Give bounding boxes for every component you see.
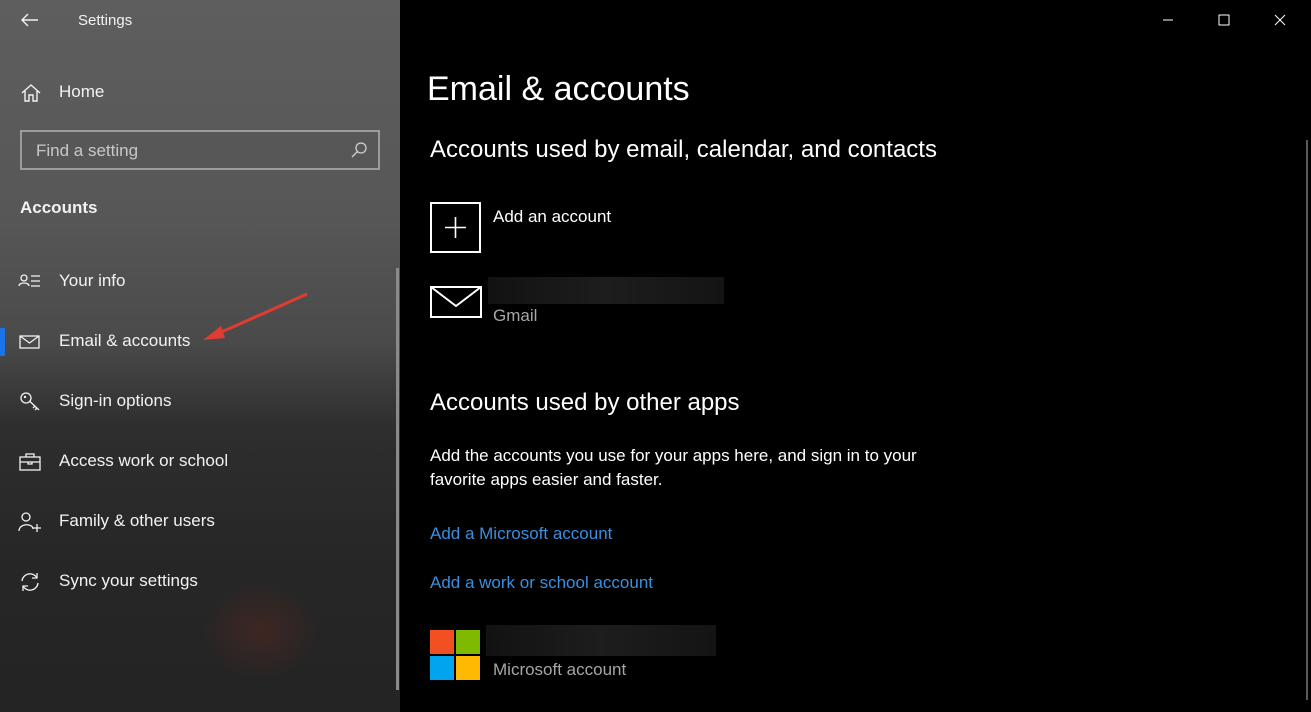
sidebar-item-home[interactable]: Home bbox=[0, 72, 400, 112]
microsoft-logo-icon bbox=[430, 630, 482, 682]
annotation-arrow-icon bbox=[203, 292, 308, 340]
sidebar-item-access-work[interactable]: Access work or school bbox=[0, 440, 396, 484]
sidebar-item-label: Sign-in options bbox=[59, 391, 172, 410]
section-title: Accounts bbox=[20, 198, 98, 217]
gmail-account-item[interactable]: Gmail bbox=[430, 276, 830, 332]
close-button[interactable] bbox=[1252, 0, 1308, 40]
sync-icon bbox=[21, 573, 39, 591]
apps-section-heading: Accounts used by other apps bbox=[430, 389, 740, 416]
account-type: Gmail bbox=[493, 306, 538, 325]
main-scrollbar[interactable] bbox=[1306, 140, 1308, 700]
maximize-button[interactable] bbox=[1196, 0, 1252, 40]
briefcase-icon bbox=[19, 453, 41, 471]
email-section-heading: Accounts used by email, calendar, and co… bbox=[430, 136, 937, 163]
plus-box bbox=[430, 202, 481, 253]
sidebar-scrollbar[interactable] bbox=[396, 268, 399, 690]
redacted-email bbox=[486, 625, 716, 656]
sidebar-item-label: Sync your settings bbox=[59, 571, 198, 590]
add-account-button[interactable]: Add an account bbox=[430, 202, 830, 254]
search-input[interactable]: Find a setting bbox=[20, 130, 380, 170]
add-account-label: Add an account bbox=[493, 207, 612, 226]
add-microsoft-account-link[interactable]: Add a Microsoft account bbox=[430, 524, 612, 544]
microsoft-account-item[interactable]: Microsoft account bbox=[430, 624, 830, 684]
sidebar-item-label: Access work or school bbox=[59, 451, 229, 470]
sidebar-item-label: Home bbox=[59, 82, 105, 101]
search-placeholder: Find a setting bbox=[36, 141, 139, 160]
minimize-button[interactable] bbox=[1140, 0, 1196, 40]
sidebar-item-family-users[interactable]: Family & other users bbox=[0, 500, 396, 544]
sidebar-item-sign-in-options[interactable]: Sign-in options bbox=[0, 380, 396, 424]
key-icon bbox=[20, 392, 40, 411]
sidebar-item-sync-settings[interactable]: Sync your settings bbox=[0, 560, 396, 604]
minimize-icon bbox=[1163, 19, 1173, 21]
app-title: Settings bbox=[78, 12, 133, 29]
title-bar: Settings bbox=[0, 0, 400, 40]
apps-section-description: Add the accounts you use for your apps h… bbox=[430, 446, 917, 489]
home-icon bbox=[21, 84, 41, 102]
page-title: Email & accounts bbox=[427, 70, 690, 108]
maximize-icon bbox=[1218, 14, 1230, 26]
person-list-icon bbox=[18, 274, 40, 287]
mail-icon bbox=[430, 286, 482, 318]
search-icon[interactable] bbox=[350, 141, 368, 159]
main-content: Email & accounts Accounts used by email,… bbox=[400, 0, 1311, 712]
mail-icon bbox=[19, 335, 40, 349]
plus-icon bbox=[445, 217, 466, 238]
sidebar-item-label: Family & other users bbox=[59, 511, 215, 530]
account-type: Microsoft account bbox=[493, 660, 627, 679]
add-person-icon bbox=[18, 512, 41, 532]
sidebar: Settings Home Find a setting Accounts Yo… bbox=[0, 0, 400, 712]
close-icon bbox=[1274, 14, 1286, 26]
redacted-email bbox=[488, 277, 724, 304]
active-indicator bbox=[0, 328, 5, 356]
back-arrow-icon bbox=[21, 13, 38, 27]
sidebar-item-label: Your info bbox=[59, 271, 126, 290]
sidebar-item-label: Email & accounts bbox=[59, 331, 191, 350]
add-work-school-account-link[interactable]: Add a work or school account bbox=[430, 573, 653, 593]
back-button[interactable] bbox=[14, 6, 46, 34]
